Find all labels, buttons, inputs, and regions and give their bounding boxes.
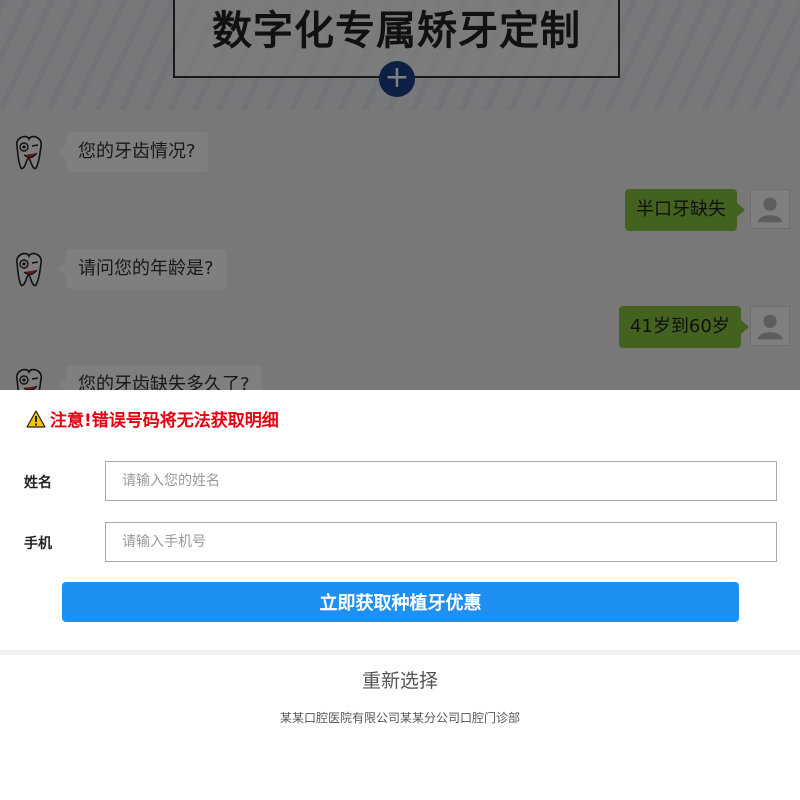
- chat-area: 数字化专属矫牙定制 + 您的牙齿情况? 半口牙缺失 请问您的年龄是?: [0, 0, 800, 390]
- warning-text: 注意!错误号码将无法获取明细: [50, 411, 279, 431]
- name-label: 姓名: [24, 475, 52, 491]
- name-input[interactable]: [105, 461, 777, 501]
- phone-label: 手机: [24, 536, 52, 552]
- lead-form-panel: 注意!错误号码将无法获取明细 姓名 手机 立即获取种植牙优惠: [0, 390, 800, 650]
- footer-company: 某某口腔医院有限公司某某分公司口腔门诊部: [279, 711, 520, 725]
- submit-button[interactable]: 立即获取种植牙优惠: [62, 582, 739, 622]
- section-divider: [0, 650, 800, 655]
- reselect-link[interactable]: 重新选择: [0, 666, 800, 693]
- phone-input[interactable]: [105, 522, 777, 562]
- warning-message: 注意!错误号码将无法获取明细: [26, 406, 279, 431]
- warning-triangle-icon: [26, 409, 46, 428]
- modal-overlay[interactable]: [0, 0, 800, 390]
